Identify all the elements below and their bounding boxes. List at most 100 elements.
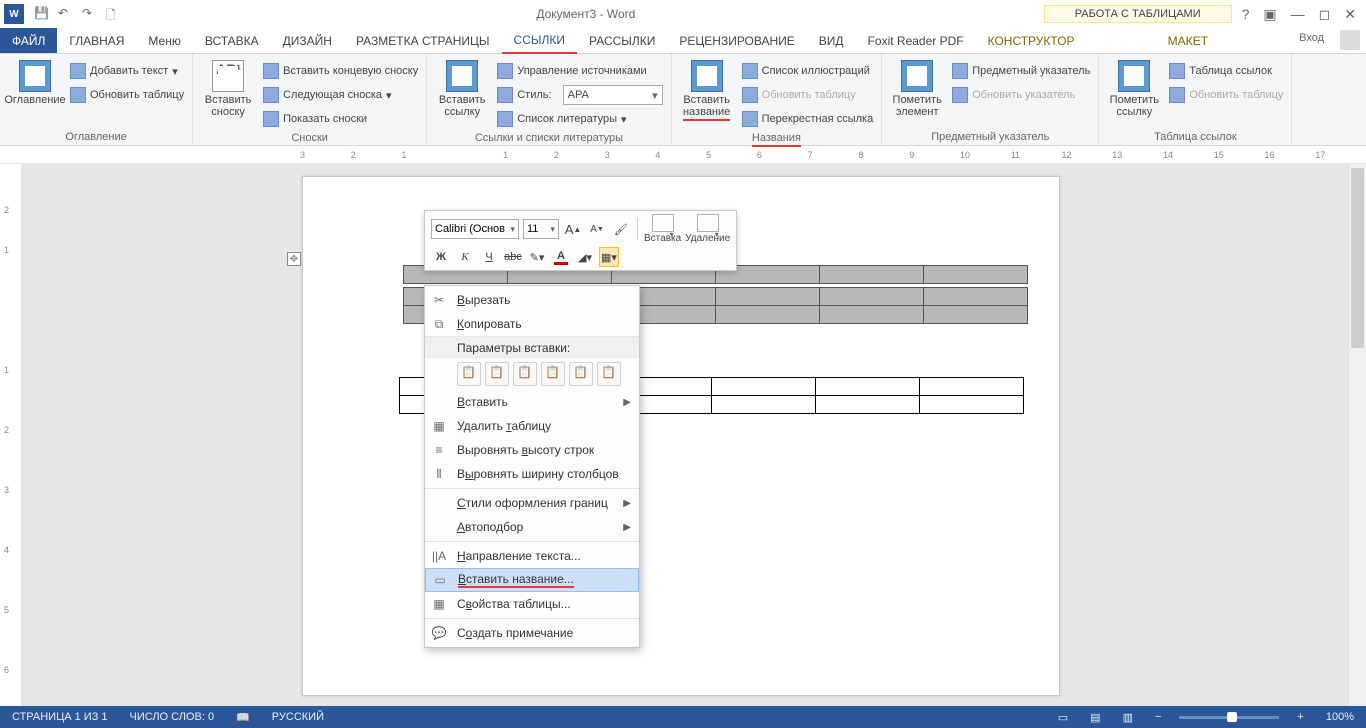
tab-review[interactable]: РЕЦЕНЗИРОВАНИЕ (667, 28, 806, 53)
ctx-autofit[interactable]: Автоподбор▶ (425, 515, 639, 539)
ctx-text-direction[interactable]: ||АНаправление текста... (425, 544, 639, 568)
ctx-dist-rows[interactable]: ≡Выровнять высоту строк (425, 438, 639, 462)
tab-menu[interactable]: Меню (136, 28, 192, 53)
grow-font-icon[interactable]: A▲ (563, 219, 583, 239)
font-select[interactable]: Calibri (Основ (431, 219, 519, 239)
vertical-ruler[interactable]: 2 1 1 2 3 4 5 6 (0, 165, 22, 706)
ctx-paste-options (425, 358, 639, 390)
ribbon-display-icon[interactable]: ▣ (1263, 6, 1276, 23)
status-spell-icon[interactable]: 📖 (232, 709, 254, 726)
update-captions-button[interactable]: Обновить таблицу (740, 84, 876, 106)
tab-references[interactable]: ССЫЛКИ (502, 28, 577, 54)
minimize-icon[interactable]: — (1291, 6, 1305, 23)
paste-keep-source-icon[interactable] (457, 362, 481, 386)
mark-entry-button[interactable]: Пометить элемент (888, 60, 946, 118)
zoom-out-button[interactable]: − (1151, 709, 1165, 725)
view-read-icon[interactable]: ▭ (1054, 709, 1072, 726)
tab-home[interactable]: ГЛАВНАЯ (57, 28, 136, 53)
ctx-copy[interactable]: ⧉Копировать (425, 312, 639, 336)
close-icon[interactable]: ✕ (1344, 6, 1356, 23)
ribbon: Оглавление Добавить текст ▾ Обновить таб… (0, 54, 1366, 146)
shading-button[interactable]: ◢▾ (575, 247, 595, 267)
insert-toa-button[interactable]: Таблица ссылок (1167, 60, 1285, 82)
scrollbar-thumb[interactable] (1351, 168, 1364, 348)
style-dropdown[interactable]: APA (563, 85, 663, 105)
paste-picture-icon[interactable] (569, 362, 593, 386)
horizontal-ruler[interactable]: 321 1234 5678 9101112 13141516 17 (0, 146, 1366, 164)
format-painter-icon[interactable]: 🖌 (611, 219, 631, 239)
zoom-in-button[interactable]: + (1293, 709, 1307, 725)
view-print-icon[interactable]: ▤ (1086, 709, 1104, 726)
style-select[interactable]: Стиль: APA (495, 84, 664, 106)
paste-merge-icon[interactable] (485, 362, 509, 386)
status-page[interactable]: СТРАНИЦА 1 ИЗ 1 (8, 709, 112, 725)
underline-button[interactable]: Ч (479, 247, 499, 267)
tab-file[interactable]: ФАЙЛ (0, 28, 57, 53)
insert-caption-button[interactable]: Вставить название (678, 60, 736, 121)
delete-split[interactable]: Удаление (685, 214, 730, 244)
insert-split[interactable]: Вставка (644, 214, 681, 244)
signin-label[interactable]: Вход (1289, 28, 1334, 53)
help-icon[interactable]: ? (1242, 6, 1250, 23)
ctx-border-styles[interactable]: Стили оформления границ▶ (425, 491, 639, 515)
borders-button[interactable]: ▦▾ (599, 247, 619, 267)
ctx-new-comment[interactable]: 💬Создать примечание (425, 621, 639, 645)
italic-button[interactable]: К (455, 247, 475, 267)
caption-icon: ▭ (430, 571, 450, 589)
ctx-dist-cols[interactable]: ⦀Выровнять ширину столбцов (425, 462, 639, 486)
next-footnote-button[interactable]: Следующая сноска ▾ (261, 84, 420, 106)
strike-button[interactable]: abc (503, 247, 523, 267)
mark-citation-button[interactable]: Пометить ссылку (1105, 60, 1163, 118)
status-lang[interactable]: РУССКИЙ (268, 709, 328, 725)
cut-icon: ✂ (429, 291, 449, 309)
update-index-button[interactable]: Обновить указатель (950, 84, 1092, 106)
font-color-button[interactable]: A (551, 247, 571, 267)
tab-maket[interactable]: МАКЕТ (1156, 28, 1220, 53)
tab-mailings[interactable]: РАССЫЛКИ (577, 28, 667, 53)
ctx-table-props[interactable]: ▦Свойства таблицы... (425, 592, 639, 616)
tab-view[interactable]: ВИД (807, 28, 856, 53)
paste-link-icon[interactable] (541, 362, 565, 386)
user-avatar-icon[interactable] (1340, 30, 1360, 50)
add-text-button[interactable]: Добавить текст ▾ (68, 60, 186, 82)
undo-icon[interactable]: ↶ (58, 6, 74, 22)
cross-reference-button[interactable]: Перекрестная ссылка (740, 108, 876, 130)
ctx-cut[interactable]: ✂Вырезать (425, 288, 639, 312)
show-notes-button[interactable]: Показать сноски (261, 108, 420, 130)
font-size-select[interactable]: 11 (523, 219, 559, 239)
table-move-handle[interactable]: ✥ (287, 252, 301, 266)
vertical-scrollbar[interactable] (1348, 164, 1366, 706)
maximize-icon[interactable]: ◻ (1319, 6, 1331, 23)
tab-foxit[interactable]: Foxit Reader PDF (856, 28, 976, 53)
new-doc-icon[interactable]: 🗋 (106, 6, 122, 22)
update-toa-button[interactable]: Обновить таблицу (1167, 84, 1285, 106)
copy-icon: ⧉ (429, 315, 449, 333)
insert-citation-button[interactable]: Вставить ссылку (433, 60, 491, 118)
tab-layout[interactable]: РАЗМЕТКА СТРАНИЦЫ (344, 28, 502, 53)
insert-footnote-button[interactable]: AB¹Вставить сноску (199, 60, 257, 118)
shrink-font-icon[interactable]: A▼ (587, 219, 607, 239)
status-words[interactable]: ЧИСЛО СЛОВ: 0 (126, 709, 219, 725)
redo-icon[interactable]: ↷ (82, 6, 98, 22)
zoom-level[interactable]: 100% (1322, 709, 1358, 725)
ctx-insert-caption[interactable]: ▭Вставить название... (425, 568, 639, 592)
ctx-delete-table[interactable]: ▦Удалить таблицу (425, 414, 639, 438)
tab-design[interactable]: ДИЗАЙН (271, 28, 344, 53)
highlight-button[interactable]: ✎▾ (527, 247, 547, 267)
tab-constructor[interactable]: КОНСТРУКТОР (976, 28, 1087, 53)
view-web-icon[interactable]: ▥ (1119, 709, 1137, 726)
update-toc-button[interactable]: Обновить таблицу (68, 84, 186, 106)
tab-insert[interactable]: ВСТАВКА (193, 28, 271, 53)
zoom-slider[interactable] (1179, 716, 1279, 719)
manage-sources-button[interactable]: Управление источниками (495, 60, 664, 82)
list-figures-button[interactable]: Список иллюстраций (740, 60, 876, 82)
bibliography-button[interactable]: Список литературы ▾ (495, 108, 664, 130)
save-icon[interactable]: 💾 (34, 6, 50, 22)
bold-button[interactable]: Ж (431, 247, 451, 267)
insert-index-button[interactable]: Предметный указатель (950, 60, 1092, 82)
ctx-insert[interactable]: Вставить▶ (425, 390, 639, 414)
toc-button[interactable]: Оглавление (6, 60, 64, 106)
paste-styles-icon[interactable] (513, 362, 537, 386)
insert-endnote-button[interactable]: Вставить концевую сноску (261, 60, 420, 82)
paste-text-icon[interactable] (597, 362, 621, 386)
